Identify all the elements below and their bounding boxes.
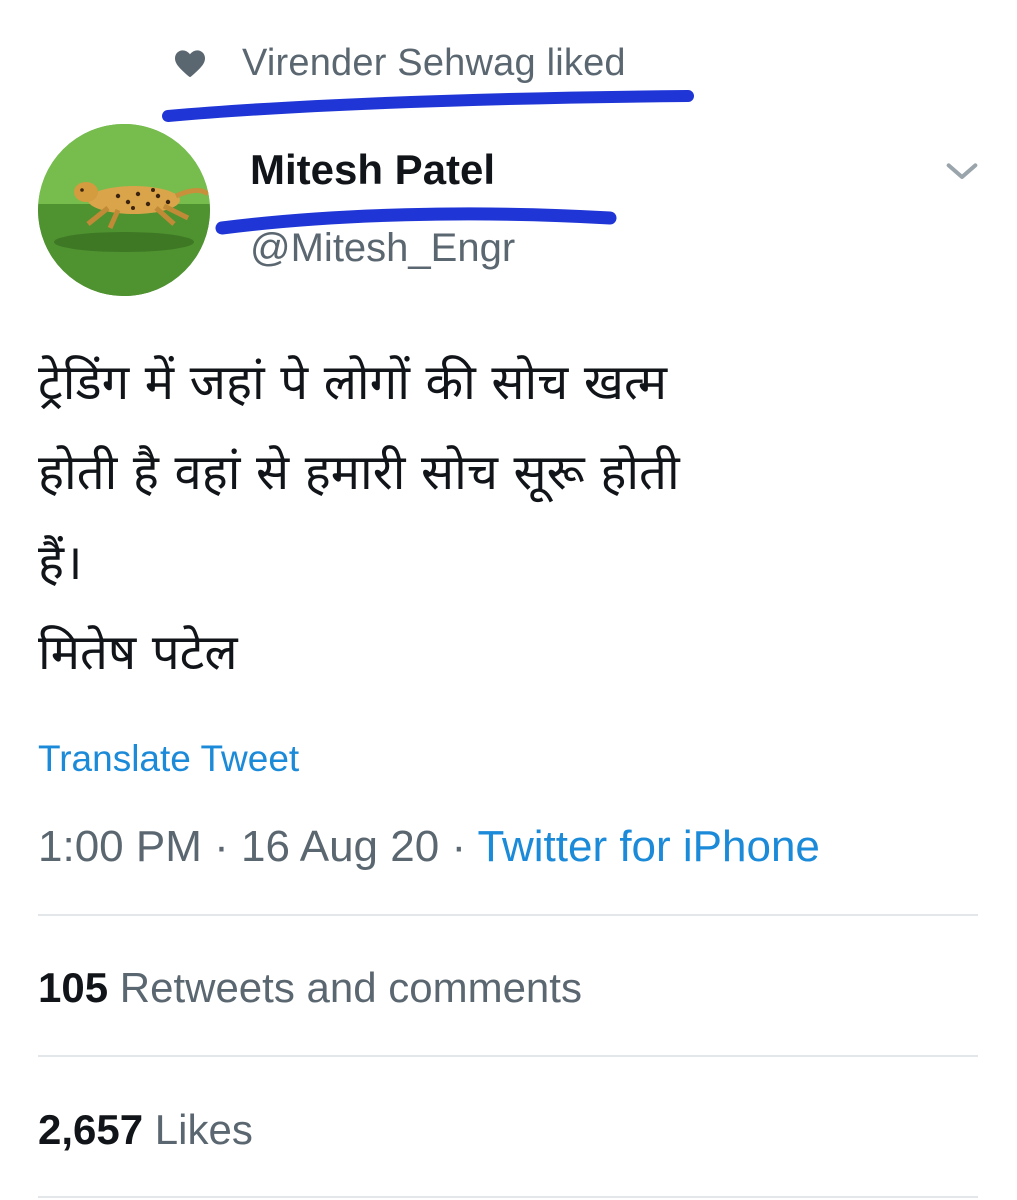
author-display-name[interactable]: Mitesh Patel (250, 146, 495, 194)
divider (38, 1196, 978, 1198)
translate-tweet-link[interactable]: Translate Tweet (38, 738, 299, 780)
tweet-source-link[interactable]: Twitter for iPhone (478, 822, 820, 871)
meta-separator: · (451, 822, 467, 871)
chevron-down-icon[interactable] (942, 152, 982, 192)
tweet-meta: 1:00 PM · 16 Aug 20 · Twitter for iPhone (38, 822, 820, 872)
likes-label: Likes (154, 1106, 253, 1153)
likes-stat[interactable]: 2,657 Likes (38, 1106, 253, 1154)
social-context-text: Virender Sehwag liked (242, 41, 626, 84)
social-context[interactable]: Virender Sehwag liked (172, 38, 626, 88)
author-handle[interactable]: @Mitesh_Engr (250, 226, 515, 271)
meta-separator: · (214, 822, 229, 871)
retweets-stat[interactable]: 105 Retweets and comments (38, 964, 582, 1012)
cheetah-avatar-image (38, 124, 210, 296)
divider (38, 914, 978, 916)
annotation-underline-liked (162, 90, 694, 122)
divider (38, 1055, 978, 1057)
tweet-text: ट्रेडिंग में जहां पे लोगों की सोच खत्म ह… (38, 354, 680, 681)
retweets-count: 105 (38, 964, 109, 1011)
avatar[interactable] (38, 124, 210, 296)
tweet-time: 1:00 PM (38, 822, 202, 871)
tweet-date: 16 Aug 20 (241, 822, 440, 871)
retweets-label: Retweets and comments (119, 964, 582, 1011)
likes-count: 2,657 (38, 1106, 144, 1153)
heart-icon (175, 50, 205, 77)
